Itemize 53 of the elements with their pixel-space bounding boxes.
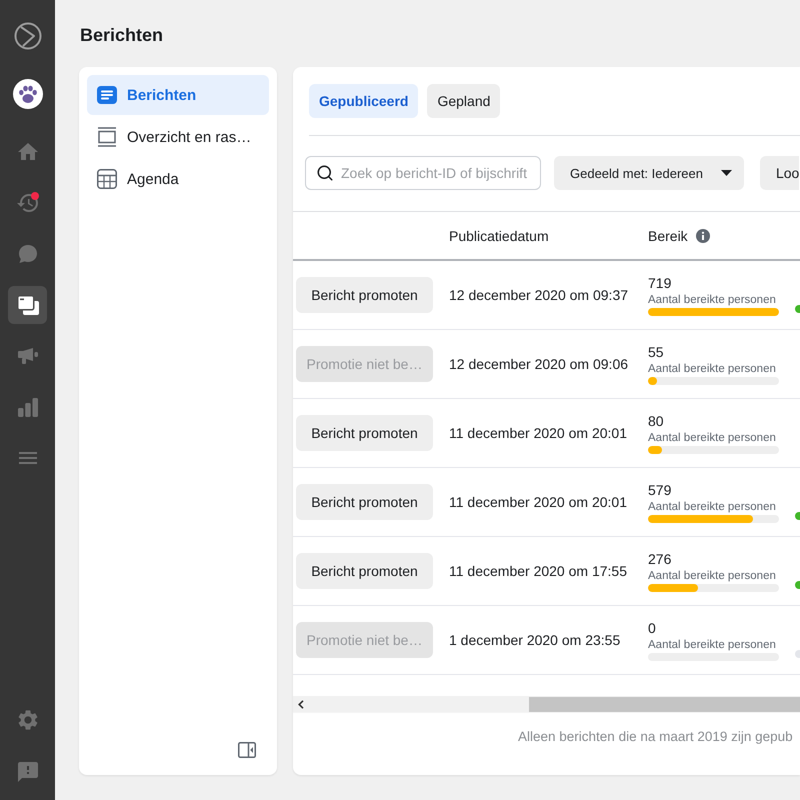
- reach-caption: Aantal bereikte personen: [648, 500, 777, 514]
- search-field[interactable]: Zoek op bericht-ID of bijschrift: [305, 156, 541, 190]
- posts-icon[interactable]: [16, 295, 38, 315]
- sidebar-item[interactable]: Berichten: [87, 75, 269, 115]
- settings-icon[interactable]: [16, 708, 40, 732]
- promote-button[interactable]: Bericht promoten: [296, 277, 433, 313]
- calendar-icon: [97, 169, 117, 189]
- chat-bubble-icon[interactable]: [18, 244, 38, 264]
- paw-avatar-icon[interactable]: [12, 79, 42, 109]
- tab[interactable]: Gepland: [427, 84, 500, 118]
- reach-caption: Aantal bereikte personen: [648, 638, 777, 652]
- reach-caption: Aantal bereikte personen: [648, 362, 777, 376]
- reach-value: 80: [648, 412, 665, 428]
- scrollbar-thumb[interactable]: [529, 696, 800, 712]
- list-icon: [97, 86, 117, 104]
- column-header: Publicatiedatum: [449, 228, 549, 244]
- reach-caption: Aantal bereikte personen: [648, 568, 777, 582]
- sidebar-item[interactable]: Overzicht en ras…: [87, 117, 269, 157]
- reach-value: 276: [648, 550, 672, 566]
- reach-value: 579: [648, 482, 672, 498]
- promote-button[interactable]: Bericht promoten: [296, 553, 433, 589]
- publish-date: 11 december 2020 om 20:01: [449, 494, 627, 510]
- tab[interactable]: Gepubliceerd: [309, 84, 418, 118]
- horizontal-scrollbar[interactable]: [293, 696, 800, 712]
- megaphone-icon[interactable]: [16, 347, 38, 365]
- reach-value: 719: [648, 274, 672, 290]
- rail-nav-button[interactable]: [8, 286, 47, 324]
- footer-note: Alleen berichten die na maart 2019 zijn gepub: [518, 729, 793, 744]
- reach-value: 0: [648, 620, 657, 636]
- promote-button[interactable]: Bericht promoten: [296, 415, 433, 451]
- info-icon[interactable]: [696, 228, 710, 242]
- bar-chart-icon[interactable]: [18, 398, 38, 416]
- publish-date: 11 december 2020 om 20:01: [449, 425, 627, 441]
- publish-date: 12 december 2020 om 09:37: [449, 287, 628, 303]
- sidebar-item[interactable]: Agenda: [87, 159, 269, 199]
- layout-icon: [97, 127, 117, 147]
- reach-value: 55: [648, 344, 665, 360]
- circle-chevron-icon[interactable]: [14, 22, 42, 50]
- promote-button[interactable]: Bericht promoten: [296, 484, 433, 520]
- publish-date: 11 december 2020 om 17:55: [449, 563, 627, 579]
- page-title: Berichten: [80, 24, 164, 46]
- chevron-left-icon[interactable]: [298, 700, 304, 708]
- column-header: Bereik: [648, 228, 688, 244]
- reach-caption: Aantal bereikte personen: [648, 430, 777, 444]
- search-icon: [316, 164, 334, 182]
- collapse-panel-icon[interactable]: [238, 742, 256, 758]
- caret-icon: [720, 170, 732, 176]
- shared-with-dropdown[interactable]: Gedeeld met: Iedereen: [554, 156, 744, 190]
- feedback-icon[interactable]: [16, 760, 40, 784]
- reach-caption: Aantal bereikte personen: [648, 292, 777, 306]
- publish-date: 1 december 2020 om 23:55: [449, 632, 620, 648]
- filter-button[interactable]: Loo: [760, 156, 800, 190]
- publish-date: 12 december 2020 om 09:06: [449, 356, 628, 372]
